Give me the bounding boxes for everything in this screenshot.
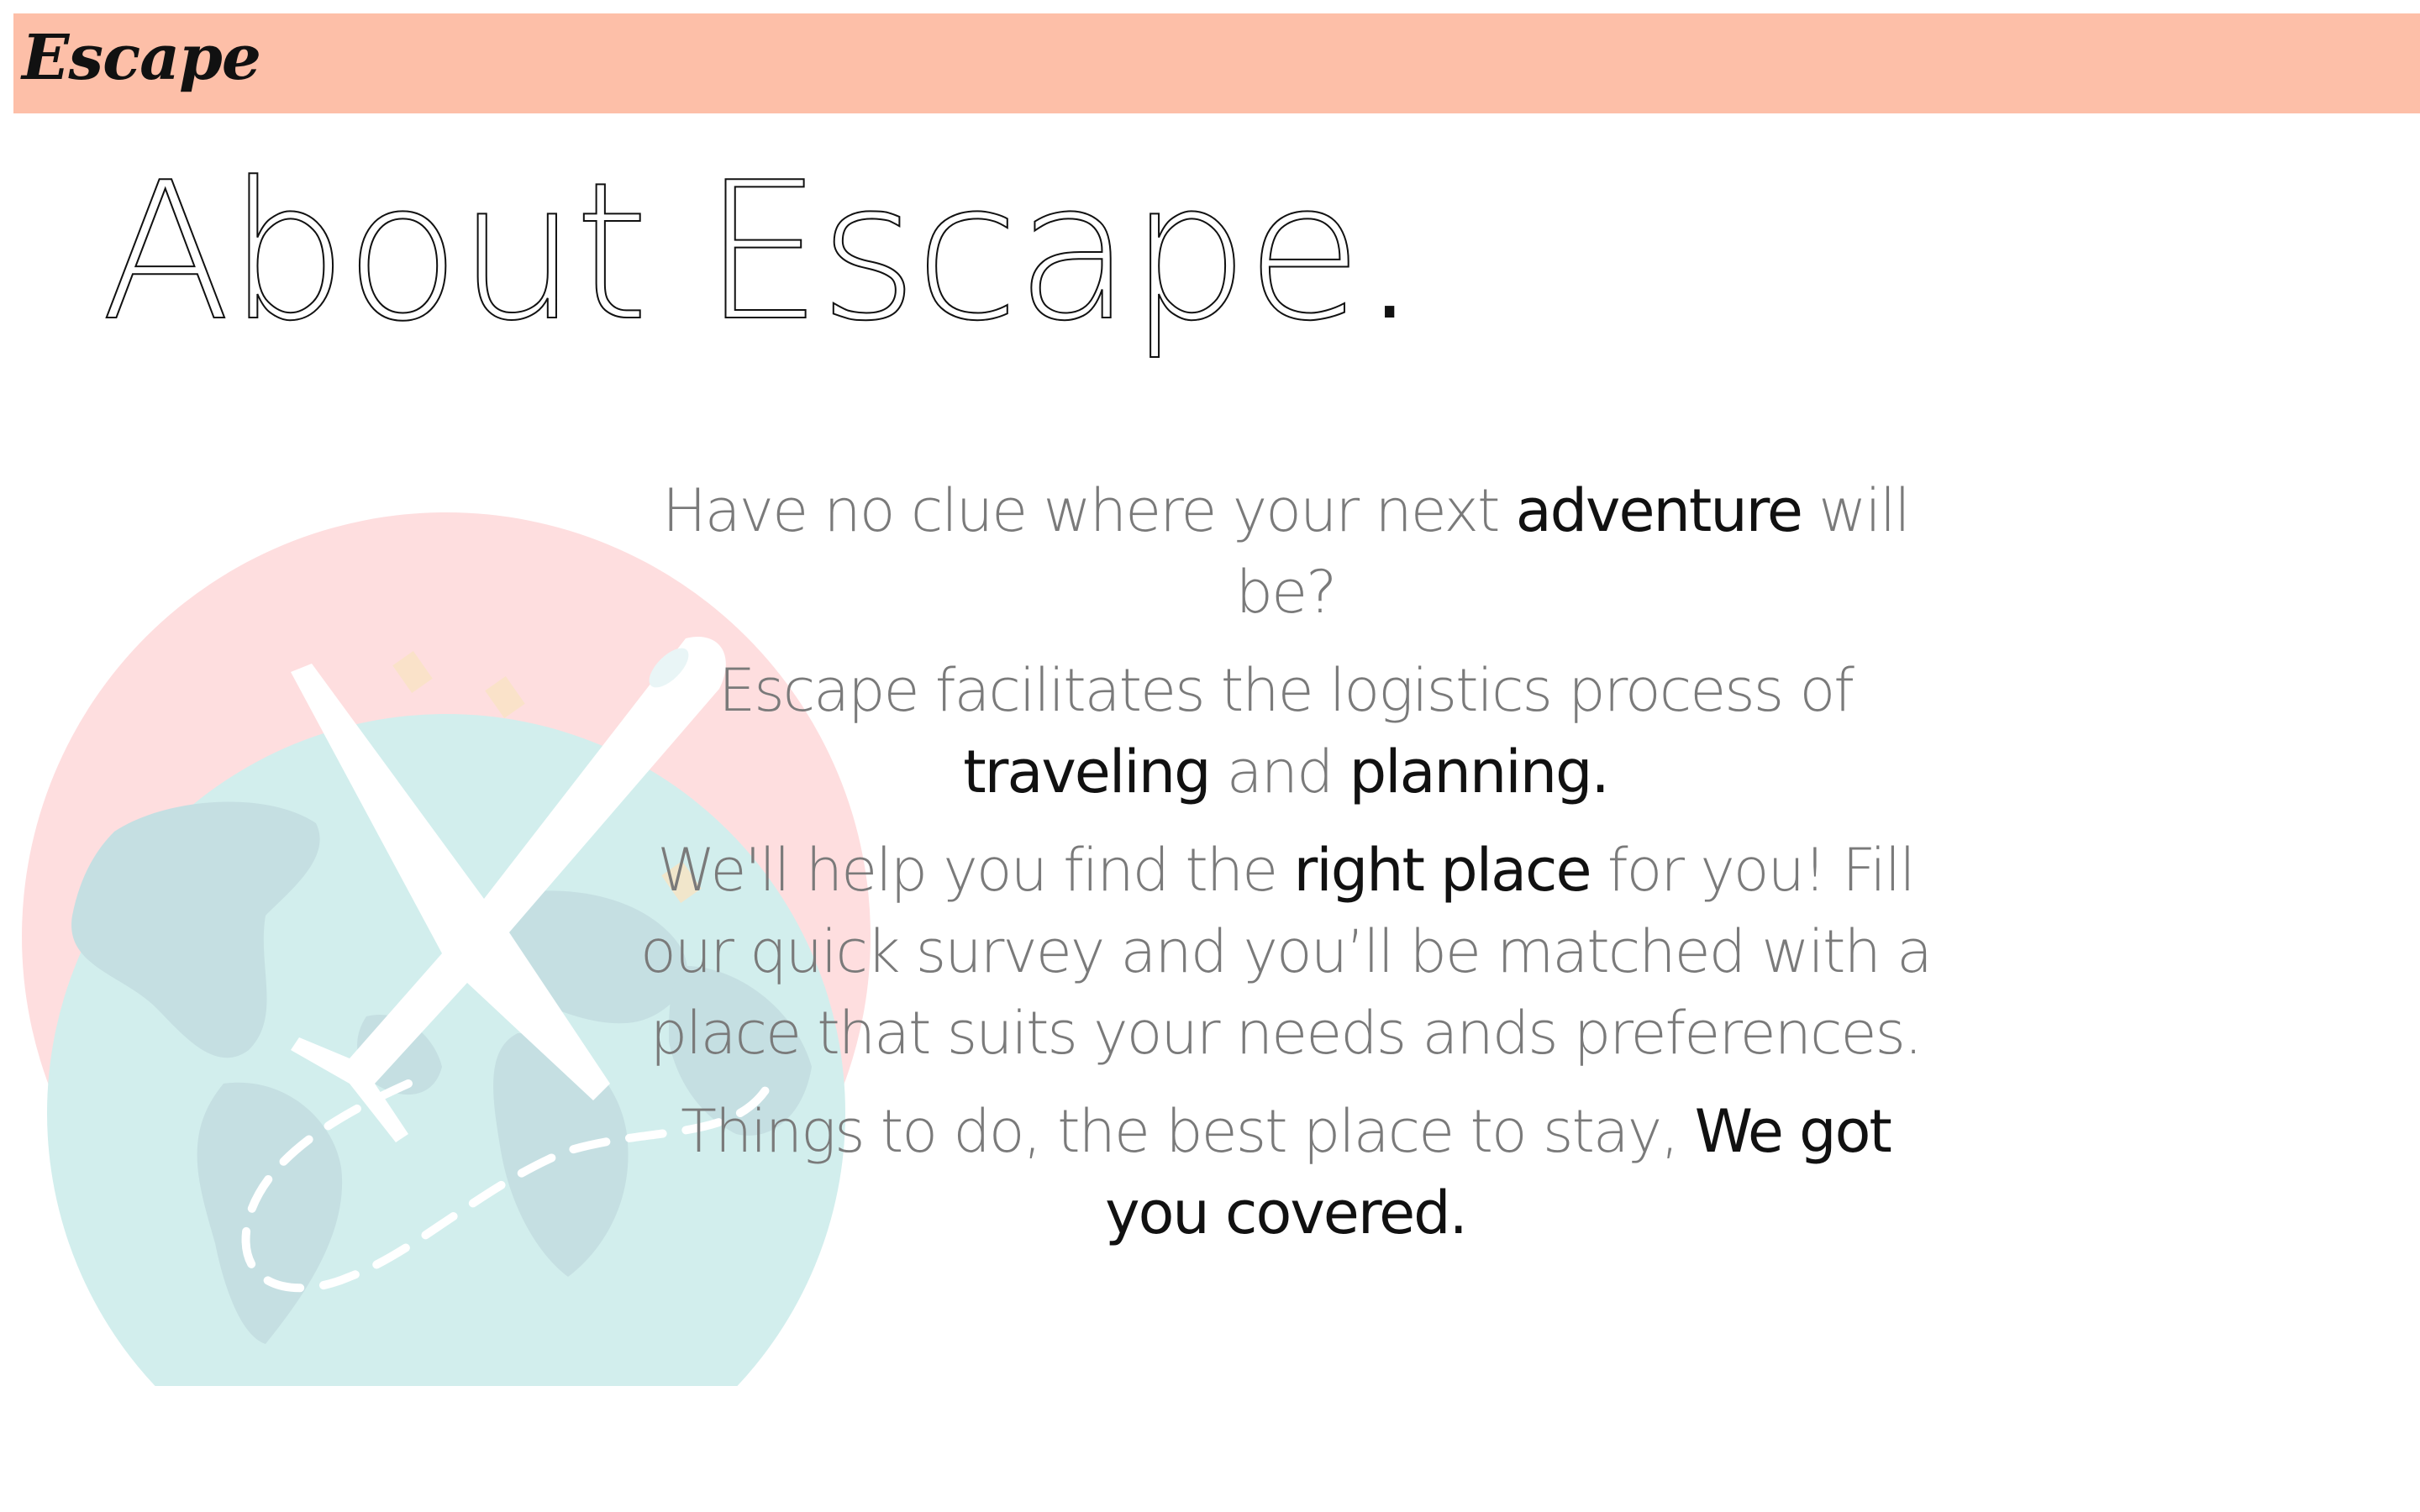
about-paragraph-4: Things to do, the best place to stay, We… [626,1091,1945,1254]
about-paragraph-2: Escape facilitates the logistics process… [626,650,1945,813]
about-paragraph-1: Have no clue where your next adventure w… [626,470,1945,633]
brand-logo[interactable]: Escape [22,22,261,94]
about-description: Have no clue where your next adventure w… [626,470,1945,1271]
text: and [1209,738,1349,806]
about-paragraph-3: We'll help you find the right place for … [626,830,1945,1074]
page-title-text: About Escape [100,142,1364,363]
text: We'll help you find the [657,836,1294,905]
highlight-right-place: right place [1293,836,1592,905]
page-title-dot: . [1359,142,1420,363]
highlight-adventure: adventure [1515,476,1803,545]
text: Things to do, the best place to stay, [681,1097,1695,1166]
highlight-planning: planning [1349,738,1593,806]
text: . [1591,738,1610,806]
page-title: About Escape. [100,157,1420,349]
text: Escape facilitates the logistics process… [718,656,1854,725]
top-nav-bar: Escape [13,13,2420,113]
highlight-traveling: traveling [963,738,1211,806]
text: Have no clue where your next [662,476,1516,545]
